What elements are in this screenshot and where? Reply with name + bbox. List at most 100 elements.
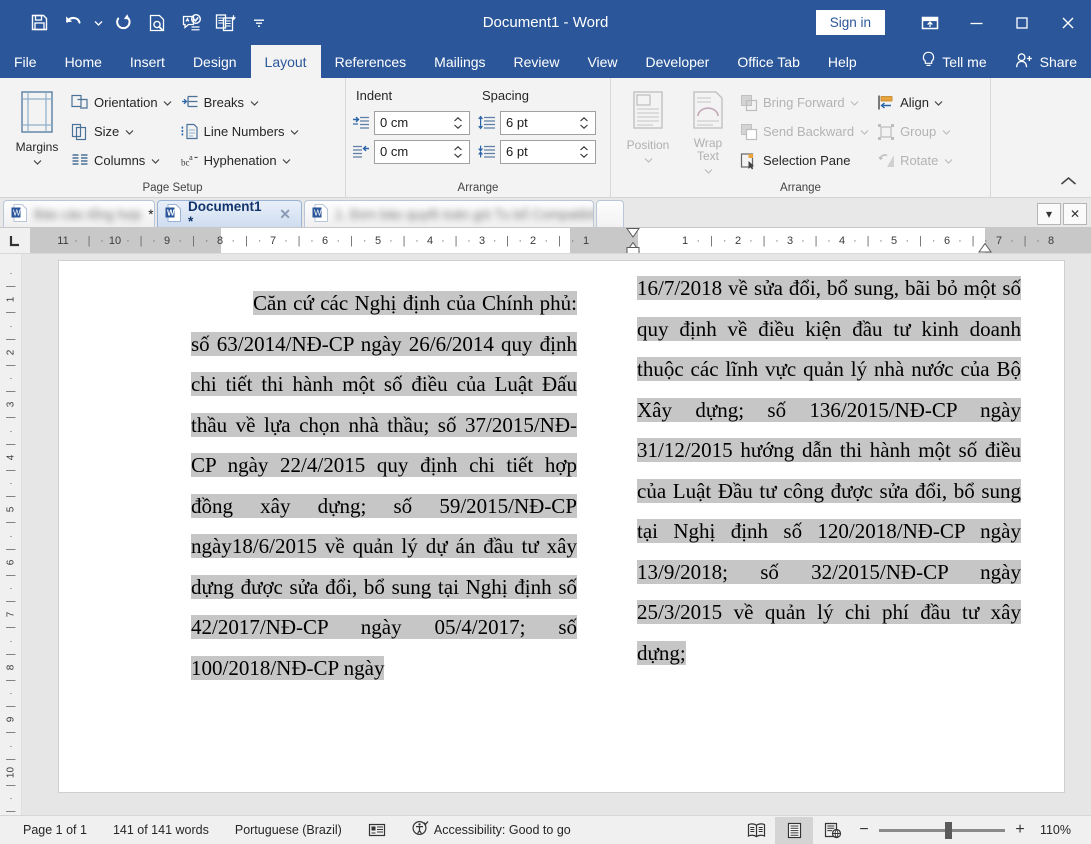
tab-file[interactable]: File (0, 45, 51, 78)
ruler-track[interactable]: 11 10 9 8 7 6 5 4 3 2 1 1 2 3 4 5 6 7 8 · | · · | · · | · · | · · | · · | · ·… (30, 228, 1091, 253)
spacing-before-stepper[interactable] (578, 114, 592, 132)
hyphenation-button[interactable]: bc a Hyphenation (178, 147, 305, 175)
zoom-control[interactable]: − + 110% (851, 821, 1091, 839)
document-text-right-column[interactable]: 16/7/2018 về sửa đổi, bổ sung, bãi bỏ mộ… (637, 268, 1021, 673)
spelling-grammar-icon[interactable] (174, 7, 208, 39)
chevron-down-icon[interactable] (163, 100, 173, 106)
share-button[interactable]: Share (1001, 45, 1091, 78)
tab-layout[interactable]: Layout (250, 45, 321, 78)
chevron-down-icon[interactable] (859, 129, 869, 135)
vertical-ruler-tick: | (5, 442, 17, 446)
read-mode-view-button[interactable] (737, 817, 775, 844)
spacing-after-spinner[interactable]: 6 pt (500, 139, 596, 164)
wrap-text-button[interactable]: Wrap Text (679, 84, 737, 179)
zoom-out-button[interactable]: − (857, 821, 871, 839)
spacing-after-stepper[interactable] (578, 143, 592, 161)
document-page[interactable]: Căn cứ các Nghị định của Chính phủ: số 6… (58, 260, 1065, 793)
send-backward-button[interactable]: Send Backward (737, 118, 874, 146)
office-tab-3[interactable]: W 1. Đơn báo quyết toán gói Tu bổ Compat… (304, 200, 594, 227)
sign-in-button[interactable]: Sign in (815, 10, 885, 35)
rotate-button[interactable]: Rotate (874, 147, 958, 175)
wrap-text-caret-icon[interactable] (704, 163, 713, 177)
office-tab-document1[interactable]: W Document1 * ✕ (157, 200, 302, 227)
breaks-button[interactable]: Breaks (178, 89, 305, 117)
tab-design[interactable]: Design (179, 45, 251, 78)
tab-review[interactable]: Review (500, 45, 574, 78)
status-language[interactable]: Portuguese (Brazil) (222, 823, 355, 837)
ribbon-group-page-setup: Margins Orientation Size Columns Breaks … (0, 78, 345, 197)
status-page-number[interactable]: Page 1 of 1 (10, 823, 100, 837)
chevron-down-icon[interactable] (150, 158, 160, 164)
save-icon[interactable] (22, 7, 56, 39)
chevron-down-icon[interactable] (124, 129, 134, 135)
print-layout-view-button[interactable] (775, 816, 813, 844)
line-numbers-button[interactable]: Line Numbers (178, 118, 305, 146)
orientation-button[interactable]: Orientation (68, 89, 178, 117)
tab-home[interactable]: Home (51, 45, 116, 78)
close-button[interactable] (1045, 0, 1091, 45)
bring-forward-button[interactable]: Bring Forward (737, 89, 874, 117)
undo-icon[interactable] (56, 7, 90, 39)
left-tab-stop-icon[interactable] (0, 228, 30, 253)
print-preview-icon[interactable] (140, 7, 174, 39)
tab-references[interactable]: References (321, 45, 421, 78)
tab-developer[interactable]: Developer (632, 45, 724, 78)
collapse-ribbon-icon[interactable] (1060, 173, 1077, 191)
tab-help[interactable]: Help (814, 45, 871, 78)
customize-qat-icon[interactable] (242, 7, 276, 39)
web-layout-view-button[interactable] (813, 817, 851, 844)
chevron-down-icon[interactable] (290, 129, 300, 135)
margins-caret-icon[interactable] (33, 154, 42, 168)
tell-me-button[interactable]: Tell me (907, 45, 1000, 78)
zoom-slider-thumb[interactable] (945, 821, 952, 839)
maximize-button[interactable] (999, 0, 1045, 45)
office-tab-1[interactable]: W Báo cáo tổng hợp * (3, 200, 155, 227)
tab-insert[interactable]: Insert (116, 45, 179, 78)
hyphenation-icon: bc a (181, 152, 199, 170)
undo-dropdown-caret-icon[interactable] (90, 7, 106, 39)
margins-button[interactable]: Margins (6, 84, 68, 179)
chevron-down-icon[interactable] (282, 158, 292, 164)
group-button[interactable]: Group (874, 118, 958, 146)
horizontal-ruler[interactable]: 11 10 9 8 7 6 5 4 3 2 1 1 2 3 4 5 6 7 8 · | · · | · · | · · | · · | · · | · ·… (0, 228, 1091, 254)
redo-icon[interactable] (106, 7, 140, 39)
office-tab-list-dropdown[interactable]: ▾ (1037, 203, 1061, 225)
proofing-errors-icon[interactable] (355, 822, 399, 838)
right-indent-marker[interactable] (978, 228, 992, 253)
tab-view[interactable]: View (573, 45, 631, 78)
chevron-down-icon[interactable] (249, 100, 259, 106)
position-caret-icon[interactable] (644, 152, 653, 166)
document-text-left-column[interactable]: Căn cứ các Nghị định của Chính phủ: số 6… (191, 283, 577, 688)
paste-special-icon[interactable] (208, 7, 242, 39)
status-word-count[interactable]: 141 of 141 words (100, 823, 222, 837)
selection-pane-button[interactable]: Selection Pane (737, 147, 874, 175)
ruler-tick: · (931, 235, 936, 247)
spacing-before-spinner[interactable]: 6 pt (500, 110, 596, 135)
indent-right-spinner[interactable]: 0 cm (374, 139, 470, 164)
align-button[interactable]: Align (874, 89, 958, 117)
chevron-down-icon[interactable] (943, 158, 953, 164)
chevron-down-icon[interactable] (934, 100, 944, 106)
office-tab-close-icon[interactable]: ✕ (279, 206, 291, 223)
chevron-down-icon[interactable] (850, 100, 860, 106)
left-indent-marker[interactable] (626, 228, 640, 253)
chevron-down-icon[interactable] (941, 129, 951, 135)
columns-button[interactable]: Columns (68, 147, 178, 175)
tab-mailings[interactable]: Mailings (420, 45, 499, 78)
tab-office-tab[interactable]: Office Tab (723, 45, 814, 78)
zoom-slider[interactable] (879, 821, 1005, 839)
status-accessibility[interactable]: Accessibility: Good to go (399, 820, 584, 840)
office-tab-new-button[interactable] (596, 200, 624, 227)
zoom-in-button[interactable]: + (1013, 821, 1027, 839)
office-tab-close-all-button[interactable]: ✕ (1063, 203, 1087, 225)
spacing-after-icon (478, 143, 496, 161)
ribbon-display-options-icon[interactable] (907, 0, 953, 45)
position-button[interactable]: Position (617, 84, 679, 179)
indent-right-stepper[interactable] (452, 143, 466, 161)
minimize-button[interactable] (953, 0, 999, 45)
zoom-level-label[interactable]: 110% (1035, 823, 1081, 837)
size-button[interactable]: Size (68, 118, 178, 146)
indent-left-spinner[interactable]: 0 cm (374, 110, 470, 135)
indent-left-stepper[interactable] (452, 114, 466, 132)
vertical-ruler[interactable]: 1 2 3 4 5 6 7 8 9 10 · | | · | | · | | · | | · | | · | | · | | · | | · | | · |… (0, 254, 22, 815)
